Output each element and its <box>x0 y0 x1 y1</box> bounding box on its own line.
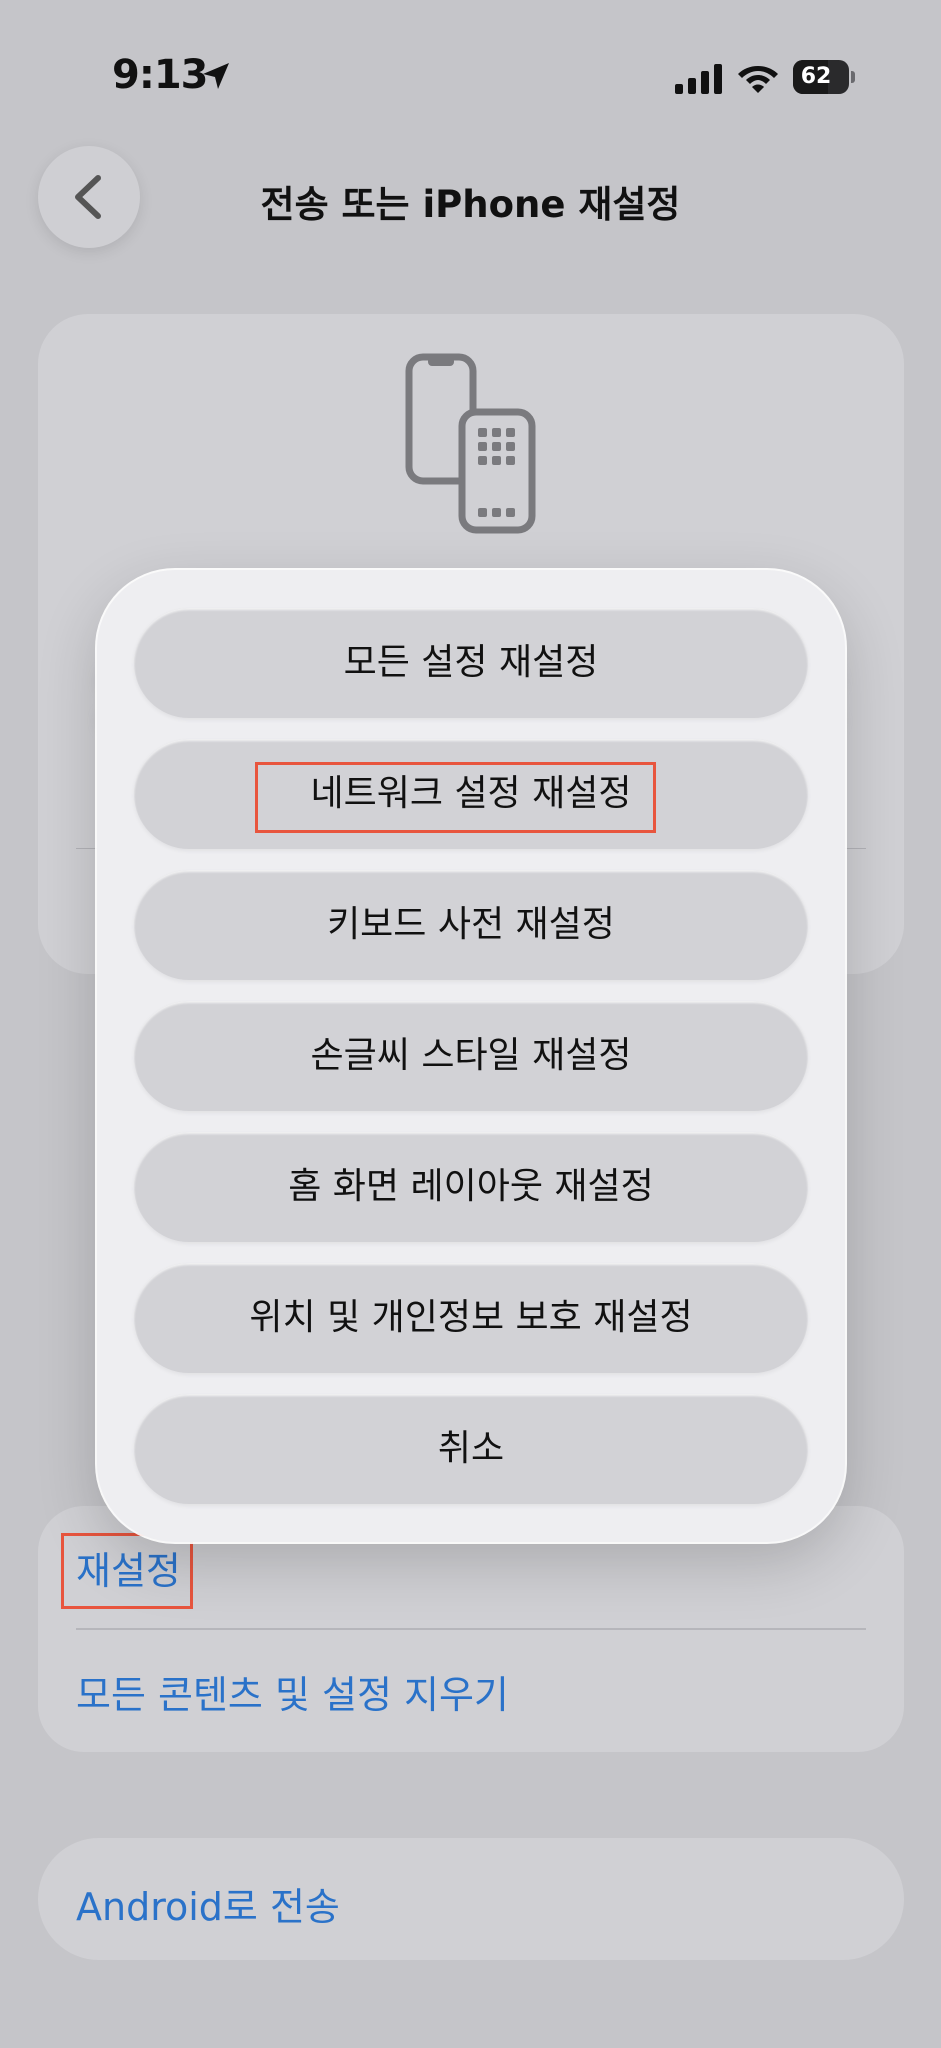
erase-all-content-link[interactable]: 모든 콘텐츠 및 설정 지우기 <box>76 1664 509 1719</box>
wifi-icon <box>738 66 778 93</box>
reset-handwriting-style-button[interactable]: 손글씨 스타일 재설정 <box>134 1001 808 1111</box>
reset-keyboard-dictionary-button[interactable]: 키보드 사전 재설정 <box>134 870 808 980</box>
status-time: 9:13 <box>112 52 208 98</box>
battery-icon: 62 <box>793 60 855 94</box>
status-bar: 9:13 62 <box>0 0 941 150</box>
highlight-box <box>61 1533 193 1609</box>
reset-location-privacy-button[interactable]: 위치 및 개인정보 보호 재설정 <box>134 1263 808 1373</box>
android-transfer-link[interactable]: Android로 전송 <box>76 1876 340 1931</box>
cellular-signal-icon <box>675 64 722 94</box>
location-arrow-icon <box>203 63 229 89</box>
highlight-box <box>255 762 656 833</box>
reset-all-settings-button[interactable]: 모든 설정 재설정 <box>134 608 808 718</box>
divider <box>76 1628 866 1630</box>
battery-level: 62 <box>800 64 832 89</box>
cancel-button[interactable]: 취소 <box>134 1394 808 1504</box>
phone-transfer-icon <box>405 353 536 534</box>
page-title: 전송 또는 iPhone 재설정 <box>260 183 681 226</box>
reset-home-screen-layout-button[interactable]: 홈 화면 레이아웃 재설정 <box>134 1132 808 1242</box>
